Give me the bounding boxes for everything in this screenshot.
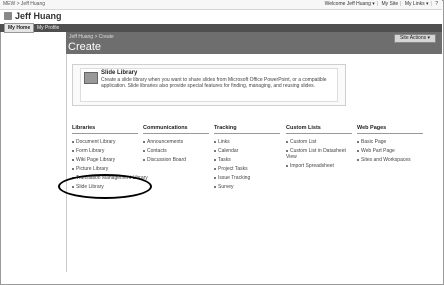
welcome-menu[interactable]: Welcome Jeff Huang ▾ <box>325 1 375 7</box>
tab-my-profile[interactable]: My Profile <box>34 24 62 32</box>
tab-my-home[interactable]: My Home <box>4 23 35 33</box>
global-links-bar: MEW > Jeff Huang Welcome Jeff Huang ▾ | M… <box>0 0 442 10</box>
list-item-links[interactable]: Links <box>214 139 230 145</box>
slide-library-icon <box>84 72 98 84</box>
page-breadcrumb[interactable]: Jeff Huang > Create <box>69 34 114 40</box>
list-item-project-tasks[interactable]: Project Tasks <box>214 166 248 172</box>
list-item-issue-tracking[interactable]: Issue Tracking <box>214 175 250 181</box>
column-heading-web-pages: Web Pages <box>357 125 423 134</box>
list-item-custom-list-datasheet[interactable]: Custom List in Datasheet View <box>286 148 352 160</box>
my-site-link[interactable]: My Site <box>382 1 399 7</box>
list-item-basic-page[interactable]: Basic Page <box>357 139 386 145</box>
column-heading-libraries: Libraries <box>72 125 138 134</box>
site-title[interactable]: Jeff Huang <box>15 11 62 21</box>
list-item-web-part-page[interactable]: Web Part Page <box>357 148 395 154</box>
top-nav-bar <box>0 24 442 32</box>
global-links: Welcome Jeff Huang ▾ | My Site | My Links … <box>324 1 438 7</box>
site-header <box>0 10 442 24</box>
list-item-contacts[interactable]: Contacts <box>143 148 167 154</box>
list-item-form-library[interactable]: Form Library <box>72 148 104 154</box>
list-item-document-library[interactable]: Document Library <box>72 139 115 145</box>
column-heading-communications: Communications <box>143 125 209 134</box>
list-item-announcements[interactable]: Announcements <box>143 139 183 145</box>
page-footer <box>66 272 442 283</box>
page-title-band: Jeff Huang > Create Create Site Actions … <box>66 32 442 54</box>
list-item-discussion-board[interactable]: Discussion Board <box>143 157 186 163</box>
description-text: Create a slide library when you want to … <box>101 77 327 89</box>
list-item-wiki-page-library[interactable]: Wiki Page Library <box>72 157 115 163</box>
description-title: Slide Library <box>101 70 138 76</box>
column-heading-tracking: Tracking <box>214 125 280 134</box>
list-item-custom-list[interactable]: Custom List <box>286 139 316 145</box>
list-item-survey[interactable]: Survey <box>214 184 234 190</box>
page-title: Create <box>68 41 102 53</box>
highlight-ellipse <box>58 174 152 199</box>
column-heading-custom-lists: Custom Lists <box>286 125 352 134</box>
my-links-menu[interactable]: My Links ▾ <box>405 1 429 7</box>
global-breadcrumb[interactable]: MEW > Jeff Huang <box>3 1 45 7</box>
list-item-import-spreadsheet[interactable]: Import Spreadsheet <box>286 163 334 169</box>
list-item-sites-workspaces[interactable]: Sites and Workspaces <box>357 157 411 163</box>
list-item-picture-library[interactable]: Picture Library <box>72 166 108 172</box>
site-logo <box>4 12 12 20</box>
list-item-calendar[interactable]: Calendar <box>214 148 238 154</box>
site-actions-button[interactable]: Site Actions ▾ <box>394 34 436 43</box>
help-icon[interactable]: ? <box>435 1 438 7</box>
list-item-tasks[interactable]: Tasks <box>214 157 231 163</box>
